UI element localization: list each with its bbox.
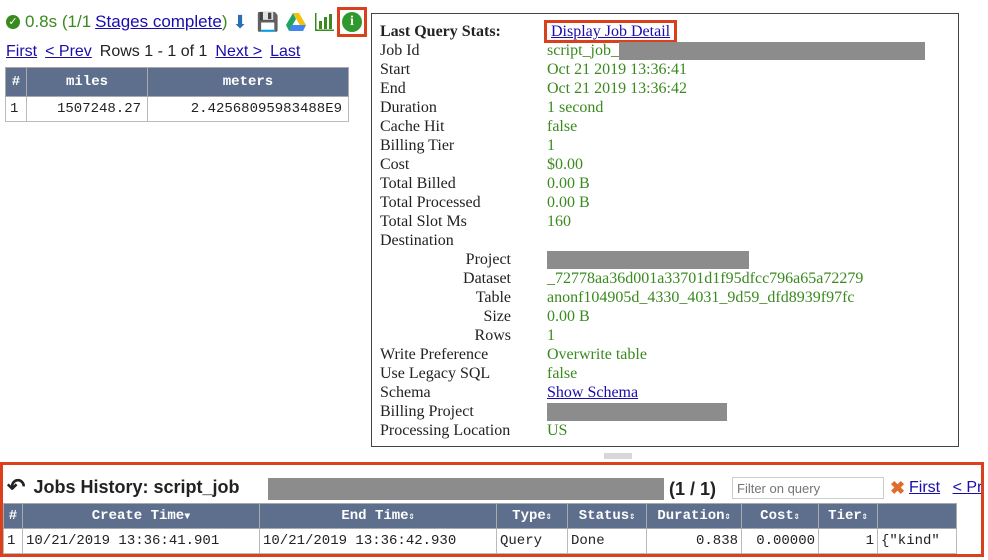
cache-value: false (547, 118, 578, 135)
column-header[interactable]: miles (26, 67, 148, 97)
write-value: Overwrite table (547, 346, 647, 363)
destination-label: Destination (380, 232, 454, 249)
rows-value: 1 (547, 327, 555, 344)
end-label: End (380, 80, 406, 97)
dataset-value: _72778aa36d001a33701d1f95dfcc796a65a7227… (547, 270, 864, 287)
write-label: Write Preference (380, 346, 489, 363)
cost-label: Cost (380, 156, 410, 173)
duration-label: Duration (380, 99, 437, 116)
query-stats-panel: Last Query Stats: Display Job Detail Job… (371, 13, 959, 447)
jobs-page-indicator: (1 / 1) (669, 479, 717, 499)
billed-label: Total Billed (380, 175, 456, 192)
column-header[interactable]: meters (147, 67, 349, 97)
prev-page-link[interactable]: < Prev (45, 43, 92, 61)
dataset-label: Dataset (463, 270, 511, 287)
table-row[interactable]: 1 10/21/2019 13:36:41.901 10/21/2019 13:… (3, 528, 957, 554)
cache-label: Cache Hit (380, 118, 445, 135)
schema-label: Schema (380, 384, 431, 401)
last-page-link[interactable]: Last (270, 43, 300, 61)
table-value: anonf104905d_4330_4031_9d59_dfd8939f97fc (547, 289, 855, 306)
location-value: US (547, 422, 568, 439)
redacted-block (619, 42, 925, 61)
job-id-label: Job Id (380, 42, 420, 59)
jobs-history-panel: ↶ Jobs History: script_job (1 / 1) ✖ Fir… (0, 462, 984, 557)
save-icon[interactable]: 💾 (256, 10, 280, 34)
show-schema-link[interactable]: Show Schema (547, 384, 638, 401)
download-icon[interactable]: ⬇ (228, 10, 252, 34)
filter-query-input[interactable] (732, 477, 884, 499)
project-label: Project (465, 251, 511, 268)
display-job-detail-link[interactable]: Display Job Detail (551, 23, 670, 40)
table-row: 1 1507248.27 2.42568095983488E9 (5, 96, 349, 122)
job-detail-highlight: Display Job Detail (543, 20, 678, 43)
column-header[interactable]: Cost⇕ (741, 503, 819, 529)
jobs-first-link[interactable]: First (909, 479, 940, 496)
resize-handle[interactable] (604, 453, 632, 459)
column-header[interactable]: # (5, 67, 27, 97)
info-icon: i (342, 12, 362, 32)
column-header[interactable]: Duration⇕ (646, 503, 742, 529)
legacy-value: false (547, 365, 578, 382)
jobs-table: # Create Time▼ End Time⇕ Type⇕ Status⇕ D… (3, 503, 957, 554)
results-table: # miles meters 1 1507248.27 2.4256809598… (5, 67, 349, 122)
location-label: Processing Location (380, 422, 511, 439)
drive-icon[interactable] (284, 10, 308, 34)
slot-label: Total Slot Ms (380, 213, 467, 230)
result-toolbar: ⬇ 💾 i (228, 7, 367, 37)
size-value: 0.00 B (547, 308, 590, 325)
tier-label: Billing Tier (380, 137, 455, 154)
table-label: Table (475, 289, 511, 306)
start-label: Start (380, 61, 411, 78)
elapsed-time: 0.8s (25, 12, 58, 31)
column-header[interactable]: Tier⇕ (818, 503, 878, 529)
column-header[interactable]: Create Time▼ (22, 503, 260, 529)
column-header[interactable]: End Time⇕ (259, 503, 497, 529)
redacted-block (547, 251, 749, 270)
next-page-link[interactable]: Next > (215, 43, 262, 61)
result-pager: First < Prev Rows 1 - 1 of 1 Next > Last (6, 43, 300, 61)
processed-value: 0.00 B (547, 194, 590, 211)
job-id-value: script_job_ (547, 42, 619, 59)
column-header[interactable]: Type⇕ (496, 503, 568, 529)
column-header[interactable]: # (3, 503, 23, 529)
stages-count: (1/1 (61, 12, 92, 31)
query-status: ✓ 0.8s (1/1 Stages complete) (6, 10, 227, 34)
rows-count: Rows 1 - 1 of 1 (99, 43, 208, 60)
column-header[interactable] (877, 503, 957, 529)
cost-value: $0.00 (547, 156, 583, 173)
redacted-block (268, 478, 664, 500)
start-value: Oct 21 2019 13:36:41 (547, 61, 687, 78)
processed-label: Total Processed (380, 194, 481, 211)
billing-project-label: Billing Project (380, 403, 474, 420)
redacted-block (547, 403, 727, 422)
column-header[interactable]: Status⇕ (567, 503, 647, 529)
legacy-label: Use Legacy SQL (380, 365, 491, 382)
tier-value: 1 (547, 137, 555, 154)
clear-icon[interactable]: ✖ (890, 478, 905, 499)
size-label: Size (483, 308, 511, 325)
billed-value: 0.00 B (547, 175, 590, 192)
duration-value: 1 second (547, 99, 604, 116)
stages-complete-link[interactable]: Stages complete (95, 12, 222, 32)
stats-title: Last Query Stats: (380, 23, 501, 40)
end-value: Oct 21 2019 13:36:42 (547, 80, 687, 97)
jobs-prev-link[interactable]: < Pre (953, 479, 981, 496)
rows-label: Rows (474, 327, 511, 344)
slot-value: 160 (547, 213, 571, 230)
first-page-link[interactable]: First (6, 43, 37, 61)
undo-icon[interactable]: ↶ (7, 474, 25, 500)
check-circle-icon: ✓ (6, 15, 20, 29)
info-button[interactable]: i (337, 7, 367, 37)
chart-icon[interactable] (312, 10, 336, 34)
jobs-history-title: Jobs History: script_job (33, 476, 240, 497)
